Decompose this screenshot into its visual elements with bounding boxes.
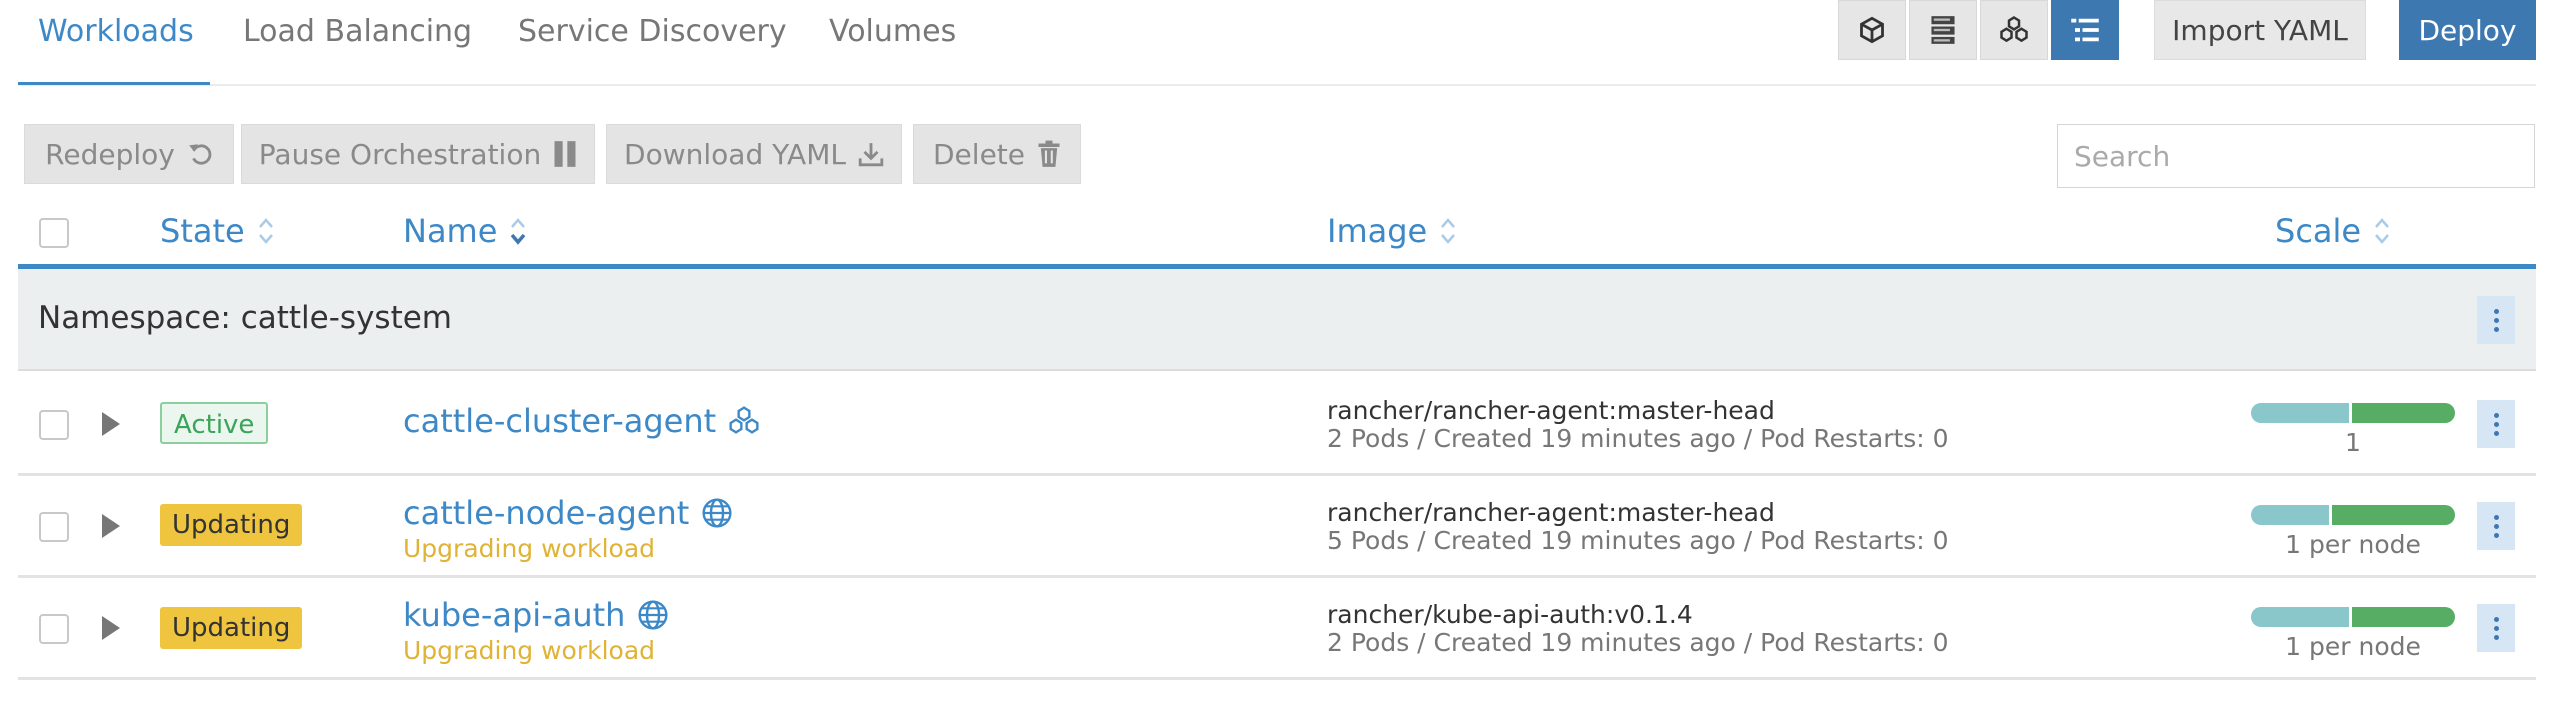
pause-orchestration-button[interactable]: Pause Orchestration [241,124,595,184]
cluster-icon [729,406,759,434]
trash-icon [1038,140,1060,167]
workload-name: cattle-cluster-agent [403,402,717,440]
workload-meta: 2 Pods / Created 19 minutes ago / Pod Re… [1327,628,1949,657]
scale-progress-bar [2251,403,2455,423]
server-icon [1931,16,1955,44]
expand-row-icon[interactable] [102,616,120,640]
deploy-button[interactable]: Deploy [2399,0,2536,60]
scale-value: 1 per node [2285,632,2421,661]
undo-icon [189,144,212,165]
redeploy-button[interactable]: Redeploy [24,124,234,184]
tab-load-balancing[interactable]: Load Balancing [243,14,472,49]
column-header-name-label: Name [403,212,498,250]
row-divider [18,575,2536,578]
select-all-checkbox[interactable] [39,218,69,248]
view-by-workload-button[interactable] [1838,0,1906,60]
workload-status-message: Upgrading workload [403,534,656,563]
column-header-state-label: State [160,212,245,250]
workload-meta: 5 Pods / Created 19 minutes ago / Pod Re… [1327,526,1949,555]
delete-label: Delete [933,137,1025,171]
search-input[interactable] [2057,124,2535,188]
column-header-scale[interactable]: Scale [2275,212,2391,250]
column-header-image[interactable]: Image [1327,212,1457,250]
expand-row-icon[interactable] [102,514,120,538]
status-badge: Updating [160,504,303,546]
scale-value: 1 [2345,428,2361,457]
workload-name-link[interactable]: cattle-node-agent [403,494,733,532]
pause-orchestration-label: Pause Orchestration [258,137,542,171]
tab-volumes[interactable]: Volumes [829,14,956,49]
tabs-divider [18,84,2536,86]
view-flat-list-button[interactable] [2051,0,2119,60]
sort-icon [2375,218,2390,244]
column-header-state[interactable]: State [160,212,275,250]
column-header-scale-label: Scale [2275,212,2362,250]
workload-name-link[interactable]: cattle-cluster-agent [403,402,760,440]
workload-name: kube-api-auth [403,596,626,634]
globe-icon [702,498,732,528]
view-by-node-button[interactable] [1909,0,1977,60]
workload-status-message: Upgrading workload [403,636,656,665]
scale-progress-bar [2251,505,2455,525]
workload-name-link[interactable]: kube-api-auth [403,596,669,634]
delete-button[interactable]: Delete [913,124,1081,184]
sort-descending-icon [511,218,526,245]
column-header-name[interactable]: Name [403,212,527,250]
image-name: rancher/rancher-agent:master-head [1327,396,1775,425]
scale-progress-bar [2251,607,2455,627]
import-yaml-button[interactable]: Import YAML [2154,0,2366,60]
scale-value: 1 per node [2285,530,2421,559]
row-checkbox[interactable] [39,614,69,644]
image-name: rancher/rancher-agent:master-head [1327,498,1775,527]
row-divider [18,677,2536,680]
cluster-icon [2000,16,2028,43]
row-actions-button[interactable] [2477,604,2515,652]
sort-icon [258,218,273,244]
download-icon [858,143,884,167]
expand-row-icon[interactable] [102,412,120,436]
namespace-actions-button[interactable] [2477,296,2515,344]
workload-name: cattle-node-agent [403,494,690,532]
image-name: rancher/kube-api-auth:v0.1.4 [1327,600,1693,629]
row-actions-button[interactable] [2477,502,2515,550]
namespace-label: Namespace: cattle-system [38,300,452,336]
row-divider [18,473,2536,476]
tab-workloads[interactable]: Workloads [38,14,194,49]
column-header-image-label: Image [1327,212,1428,250]
status-badge: Active [160,402,269,444]
row-checkbox[interactable] [39,512,69,542]
globe-icon [638,600,668,630]
cube-icon [1860,16,1884,44]
list-icon [2071,18,2099,42]
workload-meta: 2 Pods / Created 19 minutes ago / Pod Re… [1327,424,1949,453]
download-yaml-button[interactable]: Download YAML [606,124,902,184]
status-badge: Updating [160,607,303,649]
active-tab-indicator [18,82,210,85]
pause-icon [554,141,576,167]
row-checkbox[interactable] [39,410,69,440]
download-yaml-label: Download YAML [624,137,846,171]
redeploy-label: Redeploy [45,137,175,171]
view-by-namespace-button[interactable] [1980,0,2048,60]
row-actions-button[interactable] [2477,400,2515,448]
sort-icon [1441,218,1456,244]
tab-service-discovery[interactable]: Service Discovery [518,14,787,49]
